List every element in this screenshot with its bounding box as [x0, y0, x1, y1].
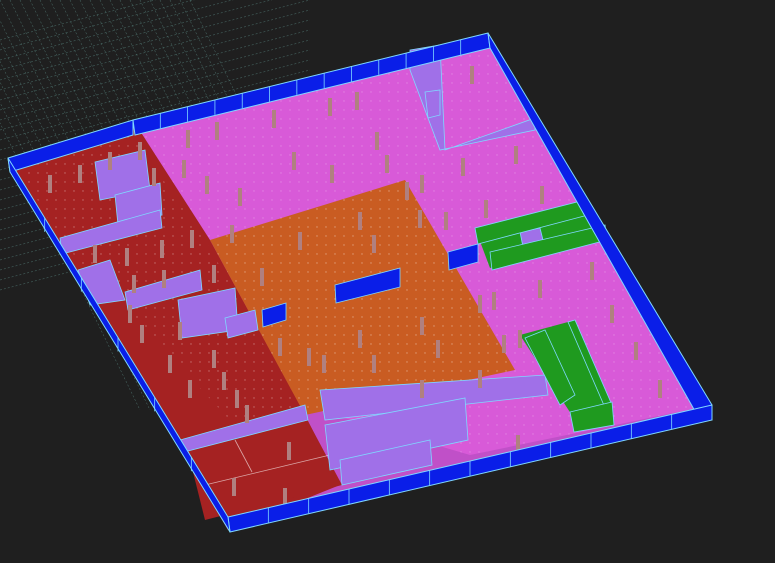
column [215, 122, 219, 140]
column [178, 322, 182, 340]
column [212, 265, 216, 283]
column [132, 275, 136, 293]
column [188, 380, 192, 398]
column [492, 292, 496, 310]
column [292, 152, 296, 170]
column [478, 370, 482, 388]
column [518, 330, 522, 348]
column [287, 442, 291, 460]
column [307, 348, 311, 366]
column [205, 176, 209, 194]
column [478, 295, 482, 313]
floor-plan-3d-view[interactable] [0, 0, 775, 563]
column [168, 355, 172, 373]
column [470, 66, 474, 84]
column [502, 335, 506, 353]
column [418, 210, 422, 228]
column [93, 245, 97, 263]
column [278, 338, 282, 356]
column [128, 305, 132, 323]
column [190, 230, 194, 248]
column [330, 165, 334, 183]
column [461, 158, 465, 176]
column [444, 212, 448, 230]
column [420, 317, 424, 335]
3d-model-viewport[interactable] [0, 0, 775, 563]
column [436, 340, 440, 358]
column [138, 142, 142, 160]
column [484, 200, 488, 218]
column [420, 175, 424, 193]
column [385, 155, 389, 173]
column [358, 212, 362, 230]
column [328, 98, 332, 116]
column [235, 390, 239, 408]
column [152, 168, 156, 186]
column [610, 305, 614, 323]
column [230, 225, 234, 243]
column [48, 175, 52, 193]
column [245, 405, 249, 423]
column [260, 268, 264, 286]
column [232, 478, 236, 496]
column [538, 280, 542, 298]
column [405, 182, 409, 200]
column [540, 186, 544, 204]
column [186, 130, 190, 148]
column [355, 92, 359, 110]
column [238, 188, 242, 206]
column [162, 270, 166, 288]
column [298, 232, 302, 250]
column [358, 330, 362, 348]
column [514, 146, 518, 164]
column [420, 380, 424, 398]
column [372, 235, 376, 253]
column [78, 165, 82, 183]
column [140, 325, 144, 343]
column [590, 262, 594, 280]
column [272, 110, 276, 128]
column [182, 160, 186, 178]
column [222, 372, 226, 390]
column [634, 342, 638, 360]
column [125, 248, 129, 266]
column [212, 350, 216, 368]
column [372, 355, 376, 373]
column [108, 152, 112, 170]
column [658, 380, 662, 398]
column [375, 132, 379, 150]
column [160, 240, 164, 258]
column [322, 355, 326, 373]
